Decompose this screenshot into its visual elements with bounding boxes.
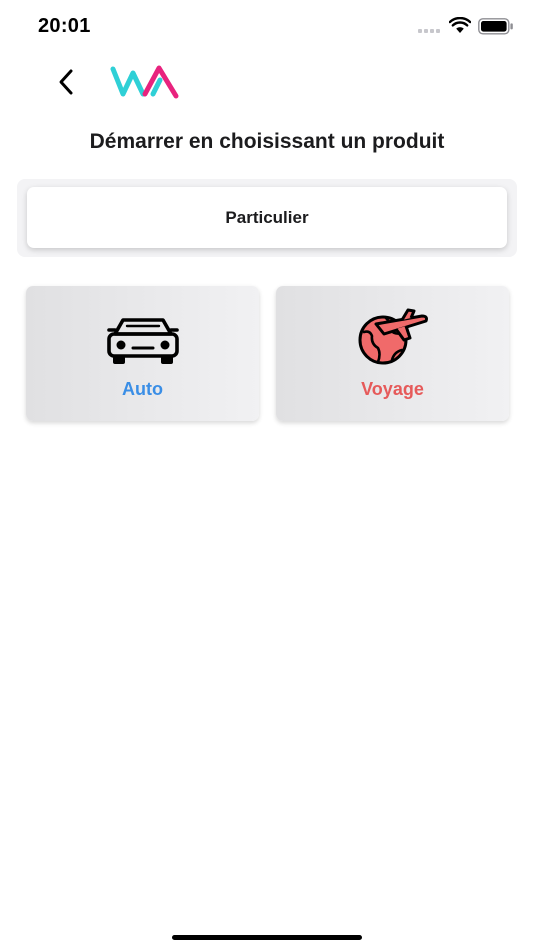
product-label-auto: Auto	[122, 379, 163, 399]
product-label-voyage: Voyage	[361, 379, 424, 399]
status-time: 20:01	[38, 15, 91, 37]
screen: 20:01 Démarrer en choisissant un produit	[0, 0, 534, 950]
globe-plane-icon	[358, 308, 428, 365]
wifi-icon	[449, 17, 471, 33]
customer-type-segment: Particulier	[17, 179, 517, 257]
wa-logo	[110, 65, 179, 99]
car-icon	[106, 318, 179, 364]
product-card-voyage[interactable]: Voyage	[276, 286, 509, 421]
page-title: Démarrer en choisissant un produit	[89, 130, 445, 153]
chevron-left-icon	[59, 69, 73, 95]
battery-icon	[478, 18, 513, 35]
home-indicator[interactable]	[172, 935, 362, 940]
product-card-auto[interactable]: Auto	[26, 286, 259, 421]
cellular-signal-icon	[418, 29, 440, 33]
back-button[interactable]	[50, 64, 82, 100]
segment-particulier-button[interactable]: Particulier	[27, 187, 507, 248]
status-bar: 20:01	[0, 0, 534, 54]
